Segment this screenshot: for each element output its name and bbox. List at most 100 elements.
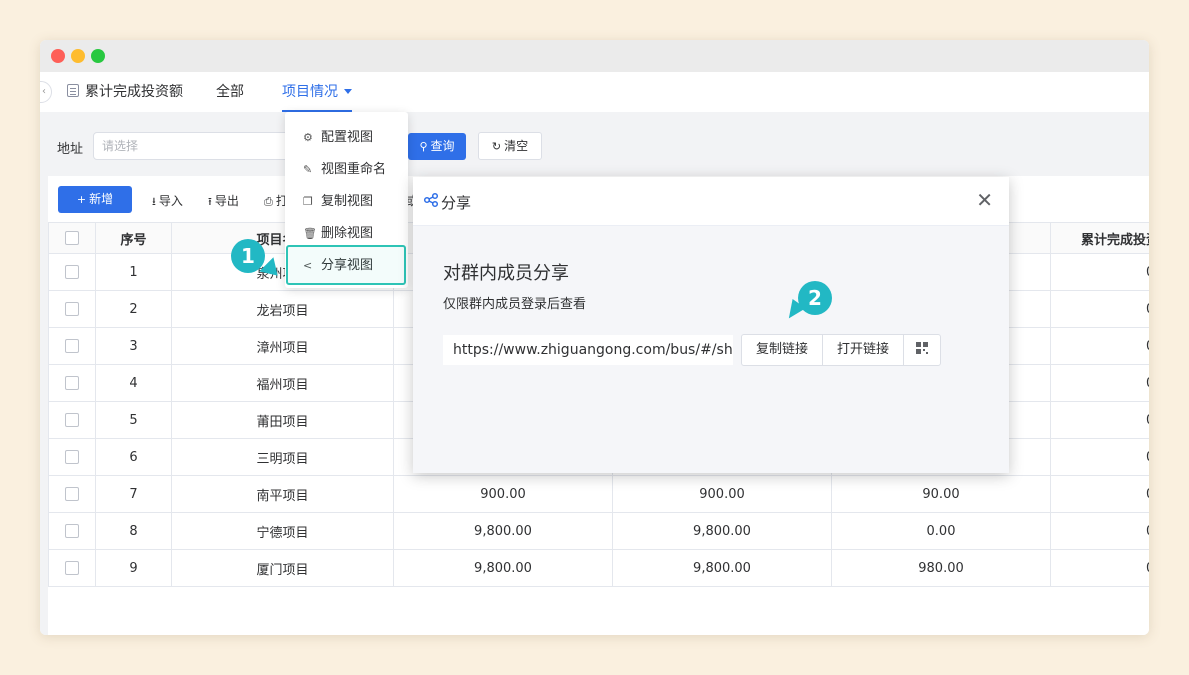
- row-select-cell[interactable]: [48, 401, 96, 439]
- select-all-checkbox[interactable]: [65, 231, 79, 245]
- row-select-cell[interactable]: [48, 253, 96, 291]
- cell-c2: 9,800.00: [612, 512, 832, 550]
- chevron-down-icon[interactable]: [344, 89, 352, 94]
- import-icon: ⭳: [152, 195, 156, 208]
- row-select-cell[interactable]: [48, 512, 96, 550]
- row-checkbox[interactable]: [65, 376, 79, 390]
- export-button[interactable]: ⭱ 导出: [208, 192, 239, 212]
- query-label: 查询: [430, 139, 455, 153]
- col-header-index: 序号: [95, 222, 172, 254]
- cell-c4: 0: [1050, 549, 1149, 587]
- select-all-cell[interactable]: [48, 222, 96, 254]
- query-button[interactable]: ⚲ 查询: [408, 133, 466, 160]
- cell-c3: 90.00: [831, 475, 1051, 513]
- add-label: 新增: [89, 192, 114, 206]
- cell-c3: 0.00: [831, 512, 1051, 550]
- cell-c4: 0: [1050, 475, 1149, 513]
- close-icon[interactable]: ✕: [976, 190, 993, 210]
- menu-item-label: 复制视图: [321, 194, 374, 209]
- collapse-sidebar-icon[interactable]: ‹: [40, 81, 52, 103]
- edit-icon: ✎: [303, 163, 313, 176]
- cell-c1: 900.00: [393, 475, 613, 513]
- tab-label: 项目情况: [282, 84, 338, 100]
- row-checkbox[interactable]: [65, 339, 79, 353]
- cell-no: 6: [95, 438, 172, 476]
- tab-label: 累计完成投资额: [85, 84, 183, 100]
- open-link-button[interactable]: 打开链接: [823, 335, 905, 365]
- copy-icon: ❐: [303, 195, 313, 208]
- share-dialog-title: 分享: [441, 194, 472, 212]
- maximize-window-button[interactable]: [91, 49, 105, 63]
- cell-no: 3: [95, 327, 172, 365]
- row-checkbox[interactable]: [65, 302, 79, 316]
- cell-c2: 9,800.00: [612, 549, 832, 587]
- cell-c1: 9,800.00: [393, 512, 613, 550]
- cell-c4: 0: [1050, 327, 1149, 365]
- menu-item-label: 删除视图: [321, 226, 374, 241]
- row-select-cell[interactable]: [48, 438, 96, 476]
- minimize-window-button[interactable]: [71, 49, 85, 63]
- row-checkbox[interactable]: [65, 524, 79, 538]
- search-icon: ⚲: [419, 140, 428, 153]
- tab-cumulative-investment[interactable]: 累计完成投资额: [67, 72, 183, 112]
- share-action-group: 复制链接 打开链接: [741, 334, 942, 366]
- menu-item-delete-view[interactable]: 🗑 删除视图: [303, 222, 373, 241]
- row-select-cell[interactable]: [48, 549, 96, 587]
- cell-c2: 900.00: [612, 475, 832, 513]
- share-dialog: 分享 ✕ 对群内成员分享 仅限群内成员登录后查看 复制链接 打开链接: [413, 177, 1009, 473]
- close-window-button[interactable]: [51, 49, 65, 63]
- row-checkbox[interactable]: [65, 561, 79, 575]
- menu-item-configure-view[interactable]: ⚙ 配置视图: [303, 126, 373, 145]
- row-select-cell[interactable]: [48, 327, 96, 365]
- print-icon: ⎙: [264, 195, 273, 208]
- row-checkbox[interactable]: [65, 487, 79, 501]
- cell-name: 福州项目: [171, 364, 394, 402]
- menu-item-label: 配置视图: [321, 130, 374, 145]
- cell-c4: 0: [1050, 512, 1149, 550]
- share-link-field[interactable]: [443, 335, 733, 365]
- qr-code-icon: [916, 342, 929, 354]
- table-view-icon: [67, 84, 79, 97]
- table-row[interactable]: 7南平项目900.00900.0090.000: [48, 475, 1149, 513]
- tab-all[interactable]: 全部: [216, 72, 244, 112]
- clear-button[interactable]: ↻ 清空: [478, 132, 542, 160]
- row-select-cell[interactable]: [48, 290, 96, 328]
- refresh-icon: ↻: [491, 140, 502, 153]
- tab-project-status[interactable]: 项目情况: [282, 72, 352, 112]
- cell-name: 三明项目: [171, 438, 394, 476]
- add-button[interactable]: + 新增: [58, 186, 132, 213]
- cell-name: 南平项目: [171, 475, 394, 513]
- menu-item-copy-view[interactable]: ❐ 复制视图: [303, 190, 373, 209]
- share-dialog-header: 分享 ✕: [413, 177, 1009, 226]
- row-checkbox[interactable]: [65, 413, 79, 427]
- export-label: 导出: [214, 194, 239, 208]
- step-badge-2: 2: [798, 281, 832, 315]
- share-view-highlight: [286, 245, 406, 285]
- cell-c4: 0: [1050, 364, 1149, 402]
- row-select-cell[interactable]: [48, 475, 96, 513]
- cell-c4: 0: [1050, 438, 1149, 476]
- clear-label: 清空: [504, 139, 529, 153]
- qr-code-button[interactable]: [904, 335, 940, 365]
- row-checkbox[interactable]: [65, 450, 79, 464]
- cell-no: 2: [95, 290, 172, 328]
- address-filter-label: 地址: [57, 142, 84, 157]
- table-row[interactable]: 9厦门项目9,800.009,800.00980.000: [48, 549, 1149, 587]
- gear-icon: ⚙: [303, 131, 313, 144]
- table-row[interactable]: 8宁德项目9,800.009,800.000.000: [48, 512, 1149, 550]
- share-icon: [423, 192, 439, 208]
- cell-no: 5: [95, 401, 172, 439]
- cell-name: 厦门项目: [171, 549, 394, 587]
- window-titlebar: [40, 40, 1149, 72]
- share-subtitle: 仅限群内成员登录后查看: [443, 297, 587, 312]
- import-button[interactable]: ⭳ 导入: [152, 192, 183, 212]
- row-select-cell[interactable]: [48, 364, 96, 402]
- trash-icon: 🗑: [303, 227, 317, 240]
- row-checkbox[interactable]: [65, 265, 79, 279]
- cell-name: 漳州项目: [171, 327, 394, 365]
- cell-c4: 0: [1050, 290, 1149, 328]
- cell-c3: 980.00: [831, 549, 1051, 587]
- cell-name: 宁德项目: [171, 512, 394, 550]
- menu-item-rename-view[interactable]: ✎ 视图重命名: [303, 158, 386, 177]
- copy-link-button[interactable]: 复制链接: [742, 335, 824, 365]
